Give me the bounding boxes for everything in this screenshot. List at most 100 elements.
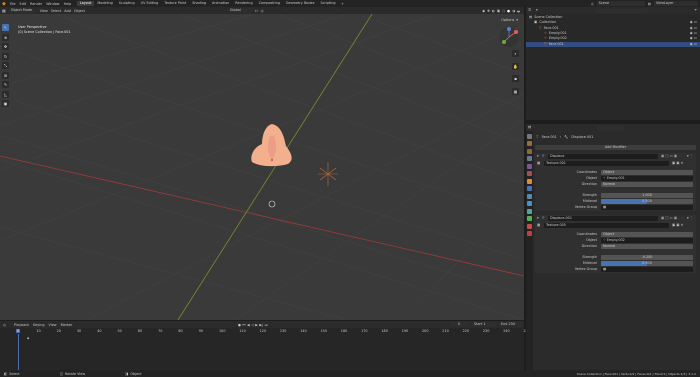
- blender-logo-icon[interactable]: ◆: [2, 1, 6, 7]
- tab-animation[interactable]: Animation: [210, 1, 232, 7]
- snap-icon[interactable]: ⊓: [255, 9, 258, 13]
- object-field[interactable]: ⊹Empty.001: [601, 176, 693, 181]
- options-dropdown[interactable]: Options ▾: [501, 18, 518, 22]
- current-frame-field[interactable]: 0: [450, 322, 468, 327]
- xray-icon[interactable]: ▣: [497, 9, 500, 13]
- coordinates-dropdown[interactable]: Object: [601, 232, 693, 237]
- viewport-menu-object[interactable]: Object: [74, 9, 85, 13]
- jump-start-icon[interactable]: ⏮: [242, 323, 245, 327]
- object-tab-icon[interactable]: [527, 178, 532, 184]
- tab-uv-editing[interactable]: UV Editing: [138, 1, 161, 7]
- menu-file[interactable]: File: [10, 2, 16, 6]
- measure-tool-icon[interactable]: ◺: [2, 90, 9, 98]
- mode-selector[interactable]: Object Mode: [8, 8, 35, 13]
- timeline-editor-icon[interactable]: ◷: [3, 323, 6, 327]
- visibility-toggle-icon[interactable]: ◉ ▭: [690, 42, 697, 47]
- prev-key-icon[interactable]: ◀: [247, 323, 250, 327]
- outliner-search[interactable]: [596, 8, 648, 13]
- filter-icon[interactable]: ⏷: [694, 8, 697, 12]
- object-field[interactable]: ⊹Empty.002: [601, 238, 693, 243]
- move-tool-icon[interactable]: ✥: [2, 43, 9, 50]
- outliner-item[interactable]: ⊹ Empty.001 ◉ ▭: [526, 31, 700, 36]
- material-tab-icon[interactable]: [527, 223, 532, 229]
- modifiers-tab-icon[interactable]: [527, 186, 532, 191]
- texture-tab-icon[interactable]: [527, 231, 532, 236]
- menu-edit[interactable]: Edit: [20, 2, 27, 6]
- editor-type-icon[interactable]: ▦: [2, 8, 6, 13]
- particles-tab-icon[interactable]: [527, 193, 532, 199]
- 3d-viewport[interactable]: Options ▾ ⌕ ✋ ▪ ▦: [0, 14, 524, 320]
- timeline-menu-view[interactable]: View: [49, 323, 57, 327]
- modifier-menu-icon[interactable]: ▾ ⋮: [687, 154, 693, 158]
- play-icon[interactable]: ▶: [255, 323, 258, 327]
- transform-tool-icon[interactable]: ⊞: [2, 71, 9, 79]
- shading-render-icon[interactable]: ◒: [517, 9, 520, 13]
- strength-field[interactable]: -0.200: [601, 255, 693, 260]
- timeline-menu-marker[interactable]: Marker: [61, 323, 73, 327]
- rotate-tool-icon[interactable]: ↻: [2, 52, 9, 60]
- outliner-editor-icon[interactable]: ☰: [528, 8, 531, 12]
- add-cube-tool-icon[interactable]: ▣: [2, 100, 9, 107]
- shading-material-icon[interactable]: ◑: [512, 9, 515, 13]
- record-icon[interactable]: ●: [238, 323, 241, 327]
- visibility-toggle-icon[interactable]: ◉ ▭: [690, 36, 697, 41]
- gizmo-icon[interactable]: ✥: [487, 9, 490, 13]
- select-tool-icon[interactable]: ↖: [2, 24, 9, 31]
- midlevel-slider[interactable]: 0.500: [601, 261, 693, 266]
- scale-tool-icon[interactable]: ⤡: [2, 62, 9, 69]
- tab-rendering[interactable]: Rendering: [233, 1, 255, 7]
- scene-tab-icon[interactable]: [527, 163, 532, 169]
- tab-texture-paint[interactable]: Texture Paint: [162, 1, 189, 7]
- tab-sculpting[interactable]: Sculpting: [116, 1, 137, 7]
- modifier-toggles-icon[interactable]: ▣ ▢ ▭ ▣: [661, 154, 677, 158]
- texture-field[interactable]: Texture.001: [544, 161, 669, 166]
- direction-dropdown[interactable]: Normal: [601, 244, 693, 249]
- outliner-item[interactable]: ▤ Scene Collection: [526, 15, 700, 20]
- constraints-tab-icon[interactable]: [527, 208, 532, 214]
- vertex-group-field[interactable]: ▦: [601, 267, 693, 272]
- strength-field[interactable]: 1.000: [601, 193, 693, 198]
- physics-tab-icon[interactable]: [527, 201, 532, 206]
- tab-modeling[interactable]: Modeling: [95, 1, 115, 7]
- visibility-toggle-icon[interactable]: ◉ ▭: [690, 20, 697, 25]
- annotate-tool-icon[interactable]: ✎: [2, 81, 9, 88]
- timeline-area[interactable]: ◆: [0, 334, 524, 370]
- navigation-gizmo[interactable]: [498, 26, 520, 48]
- tab-compositing[interactable]: Compositing: [256, 1, 282, 7]
- texture-buttons-icon[interactable]: ▣ ▣ ✕: [672, 223, 683, 227]
- data-tab-icon[interactable]: [527, 216, 532, 221]
- viewport-menu-add[interactable]: Add: [64, 9, 71, 13]
- next-key-icon[interactable]: ▶|: [259, 323, 263, 327]
- direction-dropdown[interactable]: Normal: [601, 182, 693, 187]
- visibility-icon[interactable]: ◉: [482, 9, 485, 13]
- transform-orientation[interactable]: Global: [227, 8, 252, 13]
- timeline-menu-playback[interactable]: Playback: [14, 323, 29, 327]
- pan-view-icon[interactable]: ✋: [512, 62, 519, 70]
- keyframe-icon[interactable]: ◆: [27, 336, 29, 340]
- properties-editor-icon[interactable]: ▤: [528, 125, 531, 129]
- texture-buttons-icon[interactable]: ▣ ▣ ✕: [672, 161, 683, 165]
- viewport-menu-select[interactable]: Select: [51, 9, 61, 13]
- outliner-item[interactable]: ▽ Face.001 ◉ ▭: [526, 41, 700, 47]
- modifier-name-field[interactable]: Displace.001: [548, 216, 658, 221]
- play-reverse-icon[interactable]: ◁: [251, 323, 254, 327]
- zoom-view-icon[interactable]: ⌕: [512, 50, 519, 57]
- jump-end-icon[interactable]: ⏭: [265, 323, 268, 327]
- visibility-toggle-icon[interactable]: ◉ ▭: [690, 31, 697, 36]
- proportional-icon[interactable]: ◎: [261, 9, 264, 13]
- coordinates-dropdown[interactable]: Object: [601, 170, 693, 175]
- perspective-toggle-icon[interactable]: ▦: [512, 87, 519, 95]
- start-frame-field[interactable]: Start 1: [472, 322, 496, 327]
- shading-solid-icon[interactable]: ●: [507, 9, 510, 13]
- outliner-item[interactable]: ▽ Face.001 ◉ ▭: [526, 26, 700, 31]
- camera-view-icon[interactable]: ▪: [512, 75, 519, 82]
- modifier-name-field[interactable]: Displace: [548, 154, 658, 159]
- menu-help[interactable]: Help: [64, 2, 72, 6]
- timeline-menu-keying[interactable]: Keying: [33, 323, 44, 327]
- outliner-item[interactable]: ⊹ Empty.002 ◉ ▭: [526, 36, 700, 41]
- cursor-tool-icon[interactable]: ⊕: [2, 33, 9, 41]
- collapse-icon[interactable]: ▾: [537, 216, 539, 220]
- output-tab-icon[interactable]: [527, 148, 532, 154]
- view-layer-selector[interactable]: ViewLayer: [654, 1, 698, 6]
- tool-tab-icon[interactable]: [527, 133, 532, 139]
